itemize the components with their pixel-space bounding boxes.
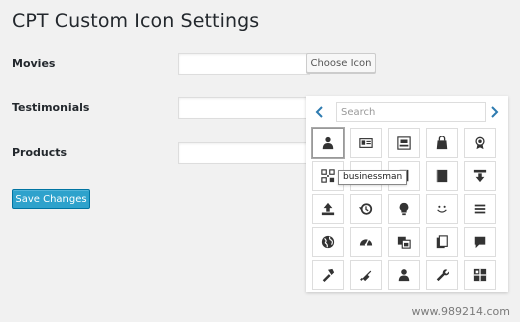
- save-changes-button[interactable]: Save Changes: [12, 189, 90, 209]
- awards-icon[interactable]: [464, 128, 496, 158]
- chevron-right-icon[interactable]: [484, 102, 504, 122]
- watermark: www.989214.com: [411, 305, 510, 318]
- images-alt-icon[interactable]: [388, 227, 420, 257]
- id-card-icon[interactable]: [350, 128, 382, 158]
- businessman-icon[interactable]: [312, 128, 344, 158]
- icon-tooltip: businessman: [338, 170, 408, 185]
- icon-search-input[interactable]: [336, 102, 486, 122]
- smiley-icon[interactable]: [426, 194, 458, 224]
- menu-icon[interactable]: [464, 194, 496, 224]
- cart-icon[interactable]: [426, 128, 458, 158]
- choose-icon-button[interactable]: Choose Icon: [306, 53, 376, 73]
- page-title: CPT Custom Icon Settings: [12, 10, 260, 32]
- book-icon[interactable]: [426, 161, 458, 191]
- products-label: Products: [12, 146, 68, 159]
- backup-icon[interactable]: [350, 194, 382, 224]
- testimonials-icon-field[interactable]: [178, 97, 310, 119]
- admin-site-icon[interactable]: [312, 227, 344, 257]
- hammer-icon[interactable]: [312, 260, 344, 290]
- admin-plugins-icon[interactable]: [350, 260, 382, 290]
- products-icon-field[interactable]: [178, 142, 310, 164]
- testimonials-label: Testimonials: [12, 101, 90, 114]
- dashboard-icon[interactable]: [350, 227, 382, 257]
- chevron-left-icon[interactable]: [310, 102, 330, 122]
- download-icon[interactable]: [464, 161, 496, 191]
- admin-page-icon[interactable]: [426, 227, 458, 257]
- format-status-icon[interactable]: [464, 227, 496, 257]
- admin-tools-icon[interactable]: [426, 260, 458, 290]
- lightbulb-icon[interactable]: [388, 194, 420, 224]
- movies-icon-field[interactable]: [178, 53, 310, 75]
- upload-icon[interactable]: [312, 194, 344, 224]
- icon-grid: [312, 128, 496, 292]
- portfolio-icon[interactable]: [388, 128, 420, 158]
- movies-label: Movies: [12, 57, 56, 70]
- admin-users-icon[interactable]: [388, 260, 420, 290]
- icon-picker-panel: [306, 96, 508, 292]
- editor-table-icon[interactable]: [464, 260, 496, 290]
